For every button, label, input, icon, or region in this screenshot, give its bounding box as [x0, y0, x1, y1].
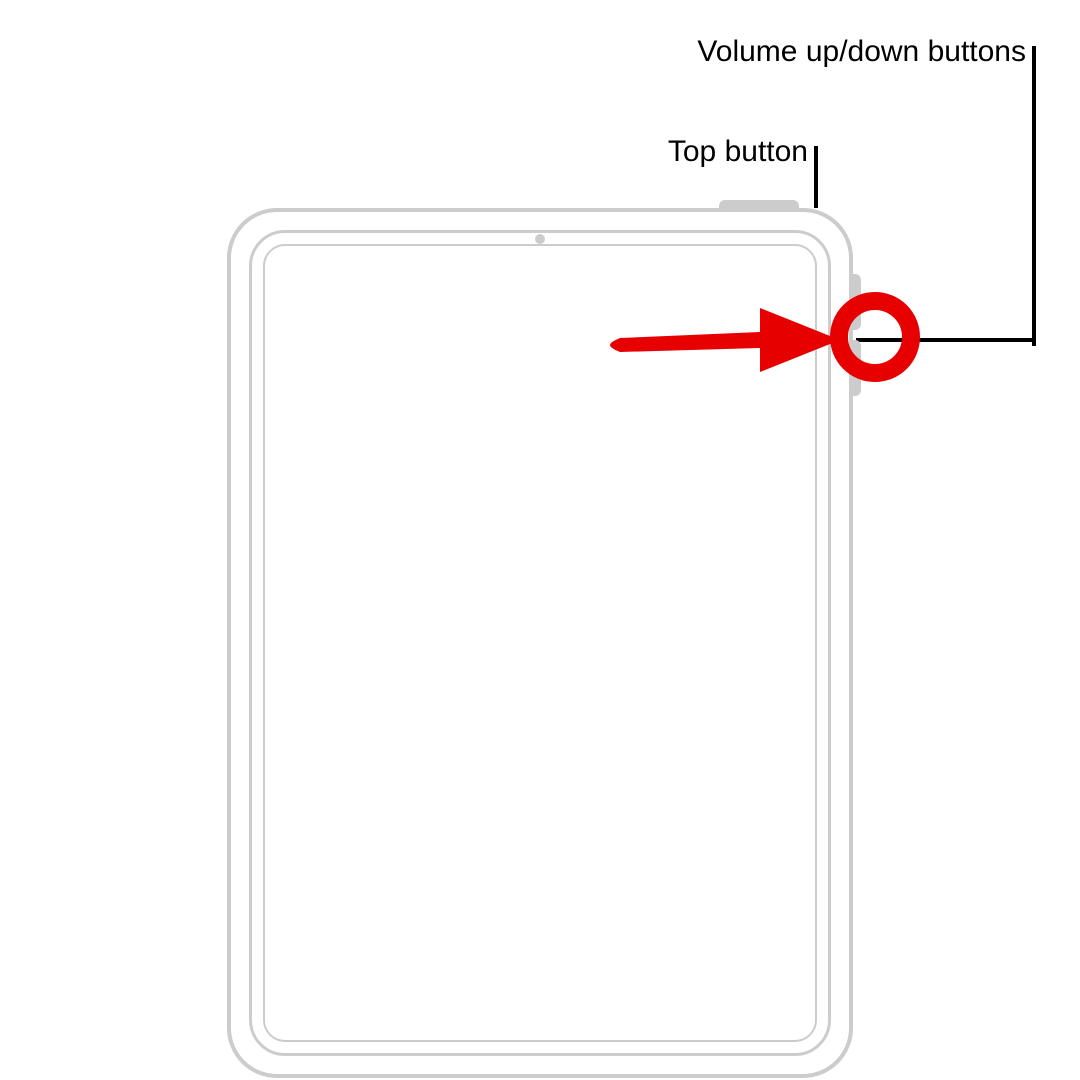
- leader-line-volume-vertical: [1032, 46, 1036, 346]
- volume-buttons-label: Volume up/down buttons: [697, 35, 1026, 69]
- top-button-icon: [719, 200, 799, 212]
- arrow-icon: [600, 300, 850, 380]
- leader-line-top-button: [814, 146, 818, 208]
- top-button-label: Top button: [668, 135, 808, 169]
- highlight-circle-icon: [830, 292, 920, 382]
- camera-icon: [535, 234, 545, 244]
